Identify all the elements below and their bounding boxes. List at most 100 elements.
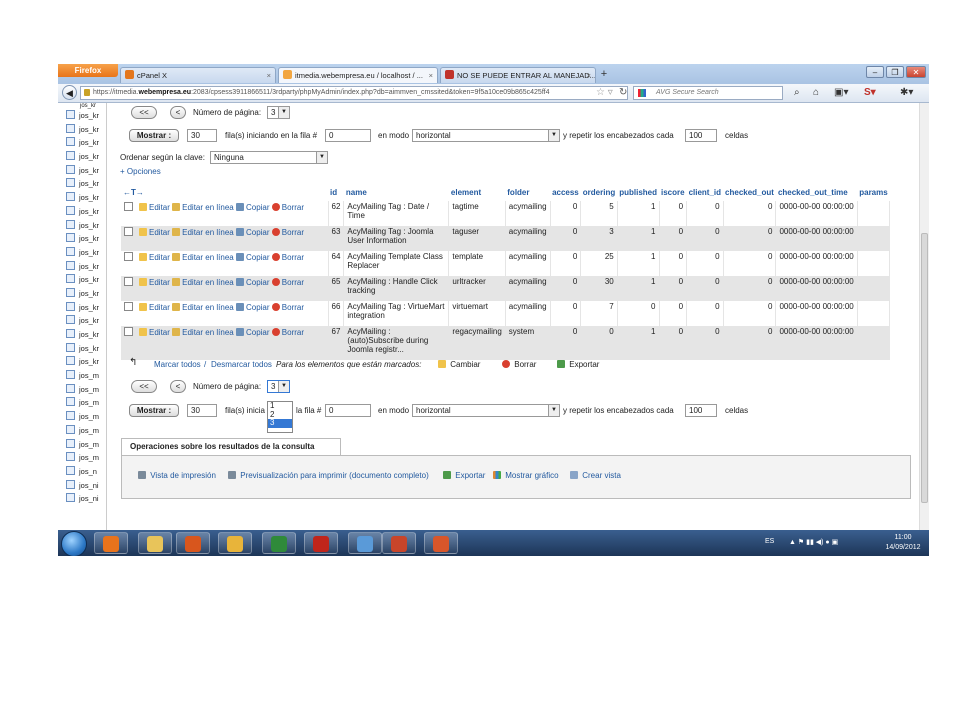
bookmark-star-icon[interactable]: ☆ ▿ — [596, 87, 613, 99]
table-row[interactable]: Editar Editar en línea Copiar Borrar 66 Ac… — [121, 301, 891, 326]
repeat-input[interactable]: 100 — [685, 129, 717, 142]
search-icon[interactable]: ⌕ — [794, 87, 800, 99]
url-bar[interactable]: https://itmedia.webempresa.eu:2083/cpses… — [80, 86, 628, 100]
delete-link[interactable]: Borrar — [271, 228, 304, 237]
column-header-element[interactable]: element — [448, 183, 506, 201]
inline-edit-link[interactable]: Editar en línea — [172, 328, 234, 337]
bookmarks-icon[interactable]: ▣▾ — [834, 87, 848, 99]
page-option-selected[interactable]: 3 — [268, 418, 292, 428]
column-header-folder[interactable]: folder — [505, 183, 551, 201]
tab-forum[interactable]: NO SE PUEDE ENTRAR AL MANEJAD... × — [440, 67, 596, 83]
taskbar-app-powerpoint-2[interactable] — [424, 532, 458, 554]
rows-input[interactable]: 30 — [187, 129, 217, 142]
first-page-button[interactable]: << — [131, 106, 157, 119]
inline-edit-link[interactable]: Editar en línea — [172, 253, 234, 262]
delete-link[interactable]: Borrar — [271, 328, 304, 337]
prev-page-button[interactable]: < — [170, 106, 186, 119]
column-header-client-id[interactable]: client_id — [686, 183, 724, 201]
edit-link[interactable]: Editar — [139, 303, 170, 312]
row-checkbox[interactable] — [124, 302, 133, 311]
page-scrollbar[interactable] — [919, 103, 929, 533]
show-button[interactable]: Mostrar : — [129, 129, 179, 142]
maximize-button[interactable]: ❐ — [886, 66, 904, 78]
copy-link[interactable]: Copiar — [235, 328, 270, 337]
mode-select[interactable]: horizontal ▼ — [412, 129, 560, 142]
start-row-input[interactable]: 0 — [325, 129, 371, 142]
delete-link[interactable]: Borrar — [271, 203, 304, 212]
column-header-name[interactable]: name — [343, 183, 449, 201]
close-icon[interactable]: × — [267, 68, 271, 83]
clock-date[interactable]: 14/09/2012 — [881, 544, 925, 551]
edit-link[interactable]: Editar — [139, 278, 170, 287]
taskbar-app-editor[interactable] — [348, 532, 382, 554]
close-window-button[interactable]: ✕ — [906, 66, 926, 78]
column-header-published[interactable]: published — [617, 183, 659, 201]
prev-page-button-bottom[interactable]: < — [170, 380, 186, 393]
tab-phpmyadmin[interactable]: itmedia.webempresa.eu / localhost / ... × — [278, 67, 438, 83]
edit-link[interactable]: Editar — [139, 328, 170, 337]
close-icon[interactable]: × — [587, 68, 591, 83]
copy-link[interactable]: Copiar — [235, 278, 270, 287]
copy-link[interactable]: Copiar — [235, 253, 270, 262]
row-checkbox[interactable] — [124, 252, 133, 261]
firefox-menu-button[interactable]: Firefox — [58, 64, 118, 77]
rows-input-bottom[interactable]: 30 — [187, 404, 217, 417]
delete-link[interactable]: Borrar — [271, 253, 304, 262]
column-header-iscore[interactable]: iscore — [659, 183, 687, 201]
scrollbar-thumb[interactable] — [921, 233, 928, 503]
addon-s-icon[interactable]: S▾ — [864, 87, 876, 99]
edit-link[interactable]: Editar — [139, 228, 170, 237]
taskbar-app-media-player[interactable] — [94, 532, 128, 554]
taskbar-app-filezilla[interactable] — [304, 532, 338, 554]
taskbar-app-powerpoint-1[interactable] — [382, 532, 416, 554]
export-marked-action[interactable]: Exportar — [557, 360, 599, 370]
print-view-link[interactable]: Vista de impresión — [138, 471, 216, 481]
column-header-arrows[interactable]: ←T→ — [121, 183, 328, 201]
show-button-bottom[interactable]: Mostrar : — [129, 404, 179, 417]
page-number-select[interactable]: 3 ▼ — [267, 106, 290, 119]
table-row[interactable]: Editar Editar en línea Copiar Borrar 65 Ac… — [121, 276, 891, 301]
delete-link[interactable]: Borrar — [271, 303, 304, 312]
reload-icon[interactable]: ↻ — [619, 87, 627, 99]
taskbar-app-excel[interactable] — [262, 532, 296, 554]
taskbar-app-file-explorer[interactable] — [138, 532, 172, 554]
language-indicator[interactable]: ES — [765, 538, 774, 545]
sort-select[interactable]: Ninguna ▼ — [210, 151, 328, 164]
unmark-all-link[interactable]: Desmarcar todos — [211, 360, 272, 370]
close-icon[interactable]: × — [429, 68, 433, 83]
delete-link[interactable]: Borrar — [271, 278, 304, 287]
change-action[interactable]: Cambiar — [438, 360, 480, 370]
copy-link[interactable]: Copiar — [235, 228, 270, 237]
column-header-id[interactable]: id — [328, 183, 344, 201]
table-row[interactable]: Editar Editar en línea Copiar Borrar 62 Ac… — [121, 201, 891, 226]
print-preview-link[interactable]: Previsualización para imprimir (document… — [228, 471, 429, 481]
addons-icon[interactable]: ✱▾ — [900, 87, 913, 99]
column-header-ordering[interactable]: ordering — [580, 183, 618, 201]
edit-link[interactable]: Editar — [139, 253, 170, 262]
column-header-checked-out-time[interactable]: checked_out_time — [775, 183, 858, 201]
export-link[interactable]: Exportar — [443, 471, 485, 481]
row-checkbox[interactable] — [124, 327, 133, 336]
inline-edit-link[interactable]: Editar en línea — [172, 203, 234, 212]
tray-icons[interactable]: ▲ ⚑ ▮▮ ◀) ● ▣ — [789, 538, 838, 546]
column-header-access[interactable]: access — [550, 183, 581, 201]
row-checkbox[interactable] — [124, 202, 133, 211]
delete-marked-action[interactable]: Borrar — [502, 360, 536, 370]
edit-link[interactable]: Editar — [139, 203, 170, 212]
mark-all-link[interactable]: Marcar todos — [154, 360, 201, 370]
column-header-params[interactable]: params — [857, 183, 890, 201]
repeat-input-bottom[interactable]: 100 — [685, 404, 717, 417]
show-chart-link[interactable]: Mostrar gráfico — [493, 471, 559, 481]
inline-edit-link[interactable]: Editar en línea — [172, 228, 234, 237]
first-page-button-bottom[interactable]: << — [131, 380, 157, 393]
mode-select-bottom[interactable]: horizontal ▼ — [412, 404, 560, 417]
copy-link[interactable]: Copiar — [235, 303, 270, 312]
inline-edit-link[interactable]: Editar en línea — [172, 278, 234, 287]
table-row[interactable]: Editar Editar en línea Copiar Borrar 64 Ac… — [121, 251, 891, 276]
copy-link[interactable]: Copiar — [235, 203, 270, 212]
clock-time[interactable]: 11:00 — [881, 534, 925, 541]
row-checkbox[interactable] — [124, 277, 133, 286]
inline-edit-link[interactable]: Editar en línea — [172, 303, 234, 312]
new-tab-button[interactable]: + — [596, 67, 612, 83]
table-row[interactable]: Editar Editar en línea Copiar Borrar 63 Ac… — [121, 226, 891, 251]
